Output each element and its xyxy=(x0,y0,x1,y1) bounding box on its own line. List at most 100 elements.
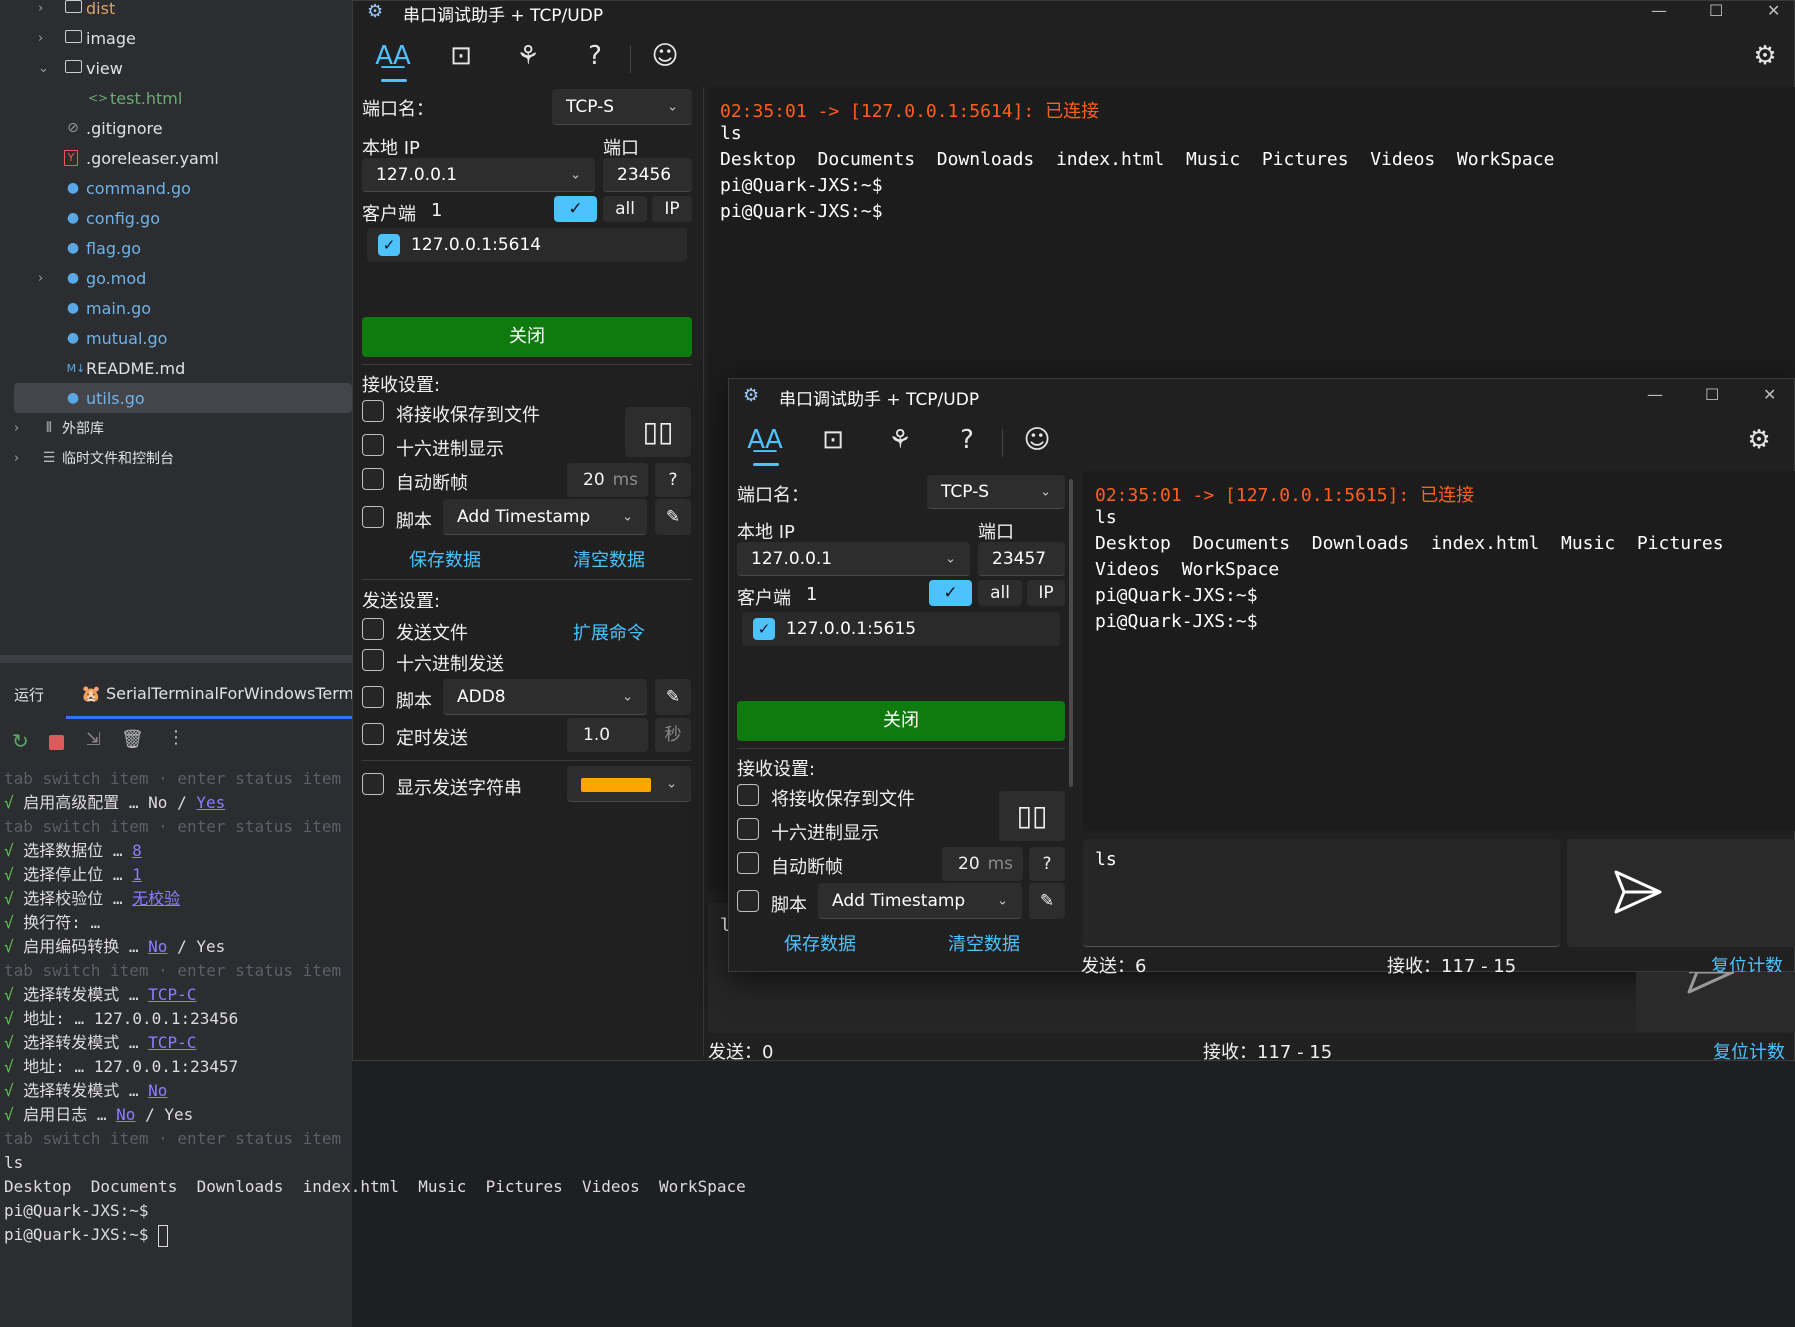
clear-data-link[interactable]: 清空数据 xyxy=(573,546,645,572)
chevron-right-icon[interactable]: › xyxy=(14,421,19,436)
help-icon[interactable]: ? xyxy=(575,41,615,71)
close-connection-button[interactable]: 关闭 xyxy=(737,701,1065,741)
left-panel-scrollbar[interactable] xyxy=(1069,479,1073,787)
plugin-icon[interactable]: ⚘ xyxy=(880,425,920,455)
client-checkbox[interactable]: ✓ xyxy=(378,234,400,256)
auto-frame-help-button[interactable]: ? xyxy=(655,463,691,497)
timed-send-checkbox[interactable] xyxy=(362,723,384,745)
tree-item[interactable]: › dist xyxy=(0,0,352,23)
edit-send-script-icon[interactable]: ✎ xyxy=(655,679,691,715)
tree-item[interactable]: ⌄ view xyxy=(0,53,352,83)
auto-frame-checkbox[interactable] xyxy=(362,468,384,490)
tree-item[interactable]: ● config.go xyxy=(0,203,352,233)
run-config-tab[interactable]: 🐹 SerialTerminalForWindowsTermina xyxy=(81,684,352,703)
chevron-right-icon[interactable]: › xyxy=(14,451,19,466)
send-button-window-1[interactable] xyxy=(1636,972,1795,1032)
settings-icon[interactable]: ⚙ xyxy=(1745,41,1785,71)
chevron-right-icon[interactable]: › xyxy=(38,31,43,46)
tree-item[interactable]: › ☰ 临时文件和控制台 xyxy=(0,443,352,473)
maximize-button[interactable]: ☐ xyxy=(1705,385,1719,404)
minimize-button[interactable]: — xyxy=(1647,385,1663,404)
client-list-item[interactable]: ✓ 127.0.0.1:5615 xyxy=(742,612,1060,646)
save-data-link[interactable]: 保存数据 xyxy=(409,546,481,572)
close-window-button[interactable]: ✕ xyxy=(1767,1,1780,20)
pause-button[interactable]: ▯▯ xyxy=(999,791,1065,841)
close-connection-button[interactable]: 关闭 xyxy=(362,317,692,357)
tree-item[interactable]: ● main.go xyxy=(0,293,352,323)
send-input[interactable]: ls xyxy=(1083,839,1560,947)
select-all-toggle[interactable]: ✓ xyxy=(929,580,972,606)
hex-send-checkbox[interactable] xyxy=(362,649,384,671)
tree-item[interactable]: ● command.go xyxy=(0,173,352,203)
auto-frame-help-button[interactable]: ? xyxy=(1029,847,1065,881)
tree-item[interactable]: › ⫴ 外部库 xyxy=(0,413,352,443)
title-bar[interactable]: ⚙ 串口调试助手 + TCP/UDP — ☐ ✕ xyxy=(353,1,1794,26)
tree-item[interactable]: ● flag.go xyxy=(0,233,352,263)
extended-command-link[interactable]: 扩展命令 xyxy=(573,619,645,645)
tree-item[interactable]: ● mutual.go xyxy=(0,323,352,353)
chevron-right-icon[interactable]: › xyxy=(38,271,43,286)
run-tab[interactable]: 运行 xyxy=(14,684,44,705)
help-icon[interactable]: ? xyxy=(947,425,987,455)
trash-icon[interactable]: 🗑 xyxy=(121,729,144,750)
all-button[interactable]: all xyxy=(978,580,1022,606)
send-string-color-select[interactable]: ⌄ xyxy=(567,766,691,802)
tree-item[interactable]: ⊘ .gitignore xyxy=(0,113,352,143)
port-input[interactable]: 23457 xyxy=(978,542,1065,576)
tree-item[interactable]: M↓ README.md xyxy=(0,353,352,383)
send-button[interactable] xyxy=(1567,839,1795,947)
auto-frame-checkbox[interactable] xyxy=(737,852,759,874)
pause-button[interactable]: ▯▯ xyxy=(625,407,691,457)
auto-frame-input[interactable]: 20 ms xyxy=(942,847,1023,881)
recv-script-checkbox[interactable] xyxy=(737,890,759,912)
hex-display-checkbox[interactable] xyxy=(362,434,384,456)
recv-script-checkbox[interactable] xyxy=(362,506,384,528)
plugin-icon[interactable]: ⚘ xyxy=(508,41,548,71)
text-mode-icon[interactable]: A͟A xyxy=(373,41,413,71)
emoji-icon[interactable]: ☺ xyxy=(645,41,685,71)
chevron-right-icon[interactable]: › xyxy=(38,1,43,16)
hex-display-checkbox[interactable] xyxy=(737,818,759,840)
client-list-item[interactable]: ✓ 127.0.0.1:5614 xyxy=(367,228,687,262)
title-bar[interactable]: ⚙ 串口调试助手 + TCP/UDP — ☐ ✕ xyxy=(729,385,1794,410)
local-ip-select[interactable]: 127.0.0.1 ⌄ xyxy=(737,542,970,576)
send-script-select[interactable]: ADD8 ⌄ xyxy=(443,679,647,715)
minimize-button[interactable]: — xyxy=(1651,1,1667,20)
chevron-down-icon[interactable]: ⌄ xyxy=(38,61,49,76)
port-name-select[interactable]: TCP-S ⌄ xyxy=(927,475,1065,509)
waveform-icon[interactable]: ⊡ xyxy=(813,425,853,455)
save-to-file-checkbox[interactable] xyxy=(737,784,759,806)
emoji-icon[interactable]: ☺ xyxy=(1017,425,1057,455)
ip-button[interactable]: IP xyxy=(1027,580,1065,606)
auto-frame-input[interactable]: 20 ms xyxy=(567,463,648,497)
send-file-checkbox[interactable] xyxy=(362,618,384,640)
port-input[interactable]: 23456 xyxy=(603,158,692,192)
all-button[interactable]: all xyxy=(603,196,647,222)
recv-script-select[interactable]: Add Timestamp ⌄ xyxy=(443,499,647,535)
more-options-icon[interactable]: ⋮ xyxy=(167,727,185,748)
tree-item[interactable]: ● utils.go xyxy=(14,383,352,413)
edit-script-icon[interactable]: ✎ xyxy=(1029,883,1065,919)
save-to-file-checkbox[interactable] xyxy=(362,400,384,422)
settings-icon[interactable]: ⚙ xyxy=(1739,425,1779,455)
clear-data-link[interactable]: 清空数据 xyxy=(948,930,1020,956)
port-name-select[interactable]: TCP-S ⌄ xyxy=(552,89,692,125)
select-all-toggle[interactable]: ✓ xyxy=(554,196,597,222)
show-send-string-checkbox[interactable] xyxy=(362,773,384,795)
local-ip-select[interactable]: 127.0.0.1 ⌄ xyxy=(362,158,595,192)
text-mode-icon[interactable]: A͟A xyxy=(745,425,785,455)
send-script-checkbox[interactable] xyxy=(362,686,384,708)
stop-icon[interactable] xyxy=(49,735,64,750)
save-data-link[interactable]: 保存数据 xyxy=(784,930,856,956)
terminal-output[interactable]: 02:35:01 -> [127.0.0.1:5615]: 已连接 ls Deskt… xyxy=(1083,471,1795,831)
recv-script-select[interactable]: Add Timestamp ⌄ xyxy=(818,883,1022,919)
tree-item[interactable]: Y .goreleaser.yaml xyxy=(0,143,352,173)
tree-item[interactable]: › ● go.mod xyxy=(0,263,352,293)
client-checkbox[interactable]: ✓ xyxy=(753,618,775,640)
maximize-button[interactable]: ☐ xyxy=(1709,1,1723,20)
ip-button[interactable]: IP xyxy=(652,196,692,222)
scroll-to-end-icon[interactable]: ⇲ xyxy=(86,729,101,750)
edit-script-icon[interactable]: ✎ xyxy=(655,499,691,535)
splitter[interactable] xyxy=(0,655,352,663)
timed-send-input[interactable]: 1.0 xyxy=(567,718,648,752)
